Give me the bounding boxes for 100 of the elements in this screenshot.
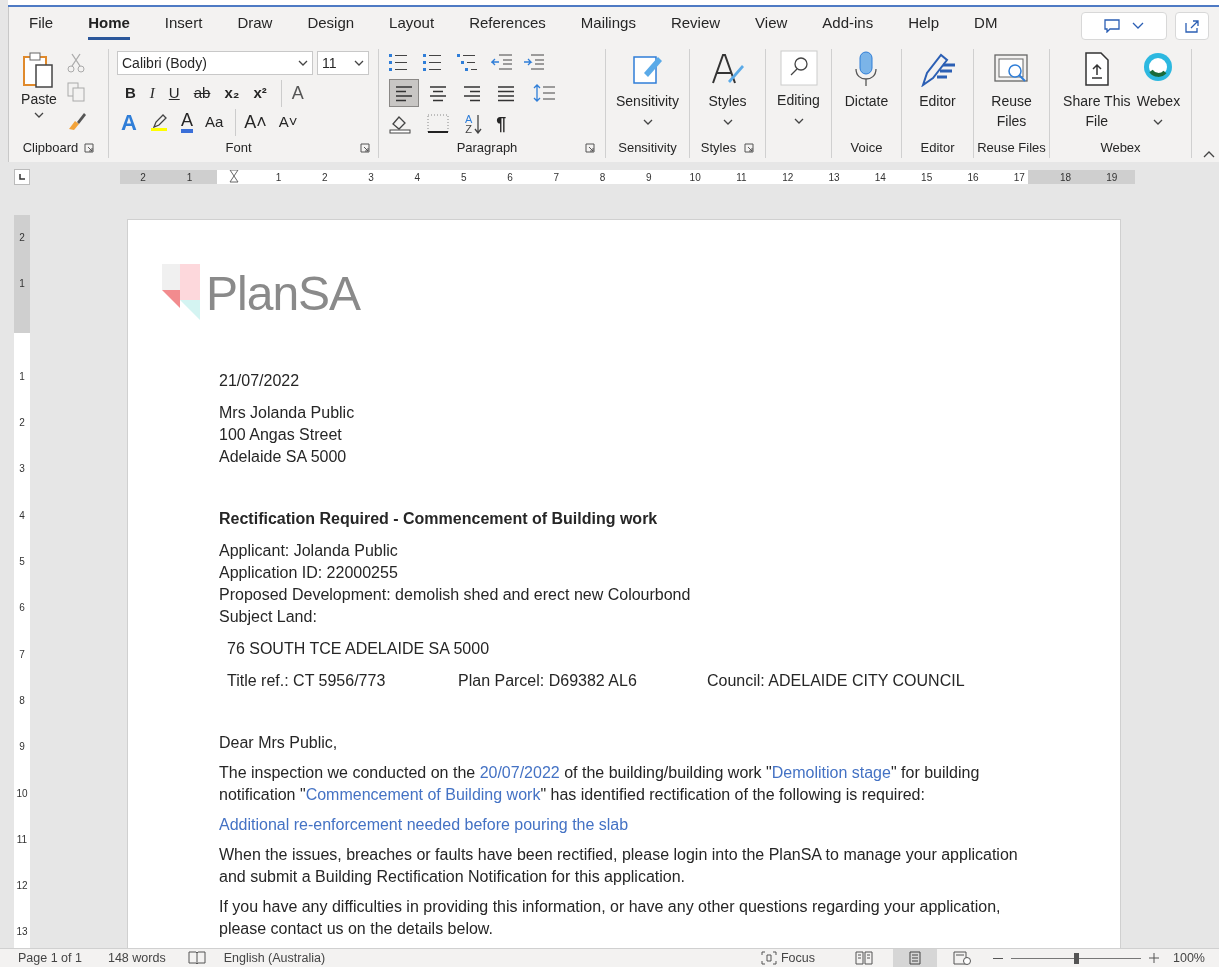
- comments-button[interactable]: [1081, 12, 1167, 40]
- bold-button[interactable]: B: [125, 81, 136, 105]
- show-formatting-button[interactable]: ¶: [496, 110, 507, 138]
- slider-thumb[interactable]: [1073, 952, 1079, 964]
- align-lines-icon: [394, 84, 414, 102]
- ruler-number: 8: [19, 693, 25, 708]
- tab[interactable]: Add-ins: [822, 12, 874, 40]
- highlight-button[interactable]: [148, 113, 169, 131]
- ruler-number: 4: [413, 170, 422, 185]
- font-size-field[interactable]: 11: [317, 51, 369, 75]
- page-count[interactable]: Page 1 of 1: [18, 948, 82, 967]
- paste-button[interactable]: Paste: [17, 49, 61, 138]
- ruler-number: 13: [16, 925, 28, 940]
- tab[interactable]: Insert: [164, 12, 203, 40]
- comment-icon: [1104, 19, 1120, 33]
- sensitivity-button[interactable]: Sensitivity: [616, 49, 679, 126]
- chevron-down-icon: [1153, 118, 1164, 126]
- read-mode-icon[interactable]: [855, 951, 873, 965]
- grow-font-button[interactable]: A˄: [235, 108, 267, 136]
- webex-button[interactable]: Webex: [1136, 49, 1181, 131]
- strikethrough-button[interactable]: ab: [193, 81, 211, 105]
- tab[interactable]: References: [469, 12, 546, 40]
- arrow-down-icon: [474, 114, 483, 134]
- editor-button[interactable]: Editor: [918, 49, 957, 112]
- ruler-number: 5: [19, 555, 25, 570]
- share-this-file-button[interactable]: Share This File: [1060, 49, 1133, 131]
- collapse-ribbon-icon[interactable]: [1203, 150, 1215, 158]
- editing-button[interactable]: Editing: [777, 49, 820, 125]
- reuse-files-button[interactable]: Reuse Files: [986, 49, 1037, 131]
- paintbrush-icon[interactable]: [67, 111, 87, 131]
- ruler-number: 16: [966, 170, 980, 185]
- zoom-slider[interactable]: [1011, 952, 1141, 964]
- dialog-launcher-icon[interactable]: [585, 143, 595, 153]
- tab[interactable]: File: [29, 12, 54, 40]
- greeting-text: Dear Mrs Public,: [219, 733, 339, 753]
- tab[interactable]: Design: [307, 12, 355, 40]
- indent-marker-icon[interactable]: [228, 170, 239, 184]
- share-button[interactable]: [1175, 12, 1209, 40]
- book-icon[interactable]: [187, 951, 206, 965]
- tab[interactable]: Mailings: [580, 12, 636, 40]
- web-layout-icon[interactable]: [953, 951, 971, 965]
- shrink-font-button[interactable]: A˅: [278, 110, 298, 134]
- chevron-down-icon: [793, 117, 804, 125]
- font-name-field[interactable]: Calibri (Body): [117, 51, 313, 75]
- page-icon: [909, 951, 921, 965]
- ruler-number: 9: [645, 170, 653, 185]
- tab[interactable]: Layout: [389, 12, 435, 40]
- group-label: Styles: [700, 139, 737, 158]
- tab[interactable]: View: [755, 12, 788, 40]
- address-line: 100 Angas Street: [219, 425, 343, 445]
- chevron-down-icon: [1132, 22, 1144, 30]
- ruler-number: 14: [873, 170, 887, 185]
- tab[interactable]: Draw: [237, 12, 273, 40]
- ruler-number: 8: [598, 170, 607, 185]
- tab[interactable]: DM: [974, 12, 998, 40]
- ruler-number: 13: [827, 170, 841, 185]
- tab[interactable]: Review: [670, 12, 721, 40]
- align-lines-icon: [496, 84, 516, 102]
- increase-indent-icon[interactable]: [523, 53, 545, 71]
- align-lines-icon: [428, 84, 448, 102]
- focus-button[interactable]: Focus: [760, 948, 815, 967]
- superscript-button[interactable]: x²: [253, 81, 267, 105]
- change-case-button[interactable]: Aa: [204, 110, 224, 134]
- tab[interactable]: Help: [908, 12, 940, 40]
- font-color-button[interactable]: A: [180, 111, 193, 133]
- tab[interactable]: Home: [88, 12, 130, 40]
- dictate-button[interactable]: Dictate: [844, 49, 889, 112]
- align-left-button[interactable]: [389, 79, 419, 107]
- dialog-launcher-icon[interactable]: [360, 143, 370, 153]
- ruler-number: 9: [19, 740, 25, 755]
- ruler-number: 12: [781, 170, 795, 185]
- zoom-in-icon[interactable]: [1149, 953, 1159, 963]
- zoom-level[interactable]: 100%: [1173, 948, 1205, 967]
- language-label[interactable]: English (Australia): [223, 948, 326, 967]
- chevron-down-icon: [298, 59, 308, 67]
- decrease-indent-icon[interactable]: [491, 53, 513, 71]
- dialog-launcher-icon[interactable]: [744, 143, 755, 153]
- word-count[interactable]: 148 words: [107, 948, 166, 967]
- text-effects-button[interactable]: A: [121, 105, 137, 139]
- sort-button[interactable]: A Z: [465, 114, 483, 134]
- shading-icon[interactable]: [389, 114, 413, 134]
- ruler-number: 3: [367, 170, 375, 185]
- paragraph: Additional re-enforcement needed before pouring the slab: [219, 815, 630, 835]
- ruler-number: 5: [459, 170, 468, 185]
- ruler-number: 2: [19, 416, 25, 431]
- paragraph: If you have any difficulties in providing this information, or have any other questions regarding your application, please contact us on the details below.: [219, 897, 1002, 939]
- dialog-launcher-icon[interactable]: [84, 143, 95, 153]
- italic-button[interactable]: I: [149, 81, 155, 105]
- ruler-number: 10: [16, 786, 28, 801]
- group-label: Voice: [850, 139, 883, 157]
- ruler-number: 11: [16, 832, 28, 847]
- borders-icon[interactable]: [427, 114, 451, 134]
- styles-button[interactable]: Styles: [708, 49, 747, 126]
- tab-selector[interactable]: [14, 169, 30, 185]
- subscript-button[interactable]: x₂: [224, 81, 240, 105]
- clear-formatting-button[interactable]: A: [280, 79, 304, 107]
- underline-button[interactable]: U: [168, 81, 180, 105]
- ruler-number: 2: [321, 170, 329, 185]
- logo-text: PlanSA: [206, 269, 361, 319]
- detail-line: Proposed Development: demolish shed and erect new Colourbond: [219, 585, 692, 605]
